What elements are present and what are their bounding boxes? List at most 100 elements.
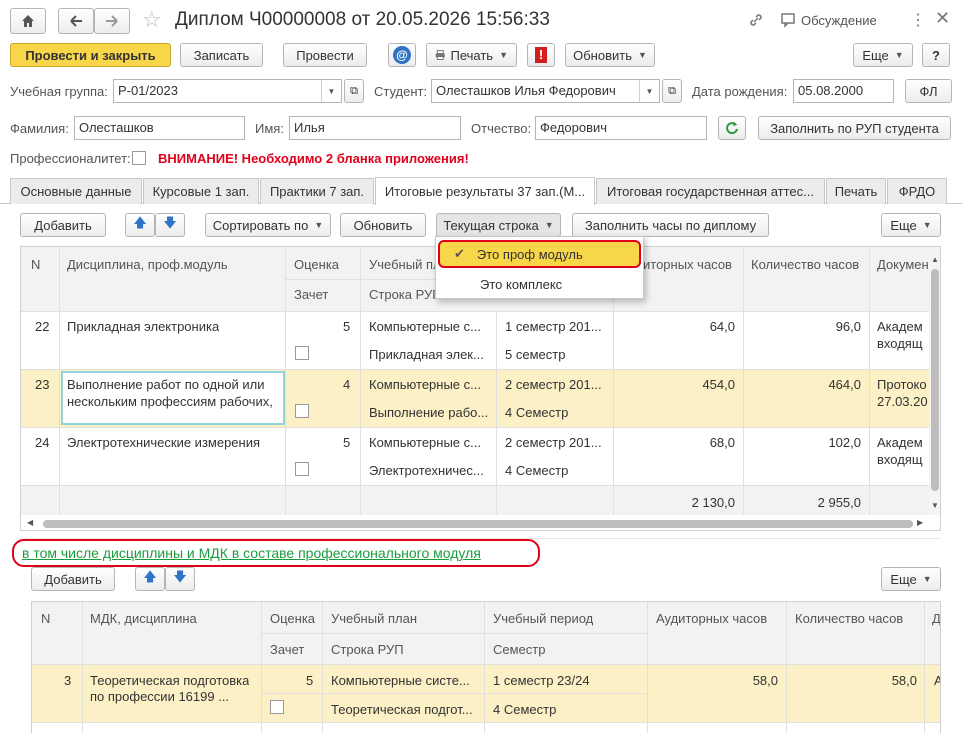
tab-coursework[interactable]: Курсовые 1 зап. <box>143 178 259 204</box>
row-test-checkbox[interactable] <box>295 462 309 476</box>
refresh-grid-button[interactable]: Обновить <box>340 213 426 237</box>
move-down-button[interactable]: 🡇 <box>155 213 185 237</box>
scroll-left-icon[interactable]: ◀ <box>27 518 33 527</box>
sub-col-mdk[interactable]: МДК, дисциплина <box>90 611 197 626</box>
sub-col-semester[interactable]: Семестр <box>493 642 545 657</box>
update-button[interactable]: Обновить ▼ <box>565 43 655 67</box>
surname-field[interactable]: Олесташков <box>74 116 245 140</box>
prof-checkbox[interactable] <box>132 151 146 165</box>
sort-button[interactable]: Сортировать по ▼ <box>205 213 331 237</box>
email-button[interactable]: @ <box>388 43 416 67</box>
write-button[interactable]: Записать <box>180 43 263 67</box>
fill-hours-button[interactable]: Заполнить часы по диплому <box>572 213 769 237</box>
favorite-star-icon[interactable]: ☆ <box>142 8 162 32</box>
row-semester: 4 Семестр <box>505 405 569 420</box>
print-button[interactable]: Печать ▼ <box>426 43 517 67</box>
scroll-right-icon[interactable]: ▶ <box>917 518 923 527</box>
tab-frdo[interactable]: ФРДО <box>887 178 947 204</box>
patronymic-field[interactable]: Федорович <box>535 116 707 140</box>
student-open-button[interactable]: ⧉ <box>662 79 682 103</box>
tab-print[interactable]: Печать <box>826 178 886 204</box>
row-test-checkbox[interactable] <box>295 404 309 418</box>
post-button[interactable]: Провести <box>283 43 367 67</box>
grid-more-button[interactable]: Еще ▼ <box>881 213 941 237</box>
more-button[interactable]: Еще ▼ <box>853 43 913 67</box>
chevron-down-icon: ▼ <box>922 220 932 230</box>
post-and-close-button[interactable]: Провести и закрыть <box>10 43 171 67</box>
group-field[interactable]: Р-01/2023 ▼ <box>113 79 342 103</box>
section-link[interactable]: в том числе дисциплины и МДК в составе п… <box>22 545 481 561</box>
sub-move-down-button[interactable]: 🡇 <box>165 567 195 591</box>
sub-col-n[interactable]: N <box>41 611 50 626</box>
menu-item-prof-module[interactable]: ✔ Это проф модуль <box>438 240 641 268</box>
row-n: 22 <box>35 319 50 334</box>
sub-row-mdk-line2: по профессии 16199 ... <box>90 689 230 704</box>
chevron-down-icon[interactable]: ▼ <box>639 80 659 102</box>
col-grade[interactable]: Оценка <box>294 257 339 272</box>
link-icon[interactable] <box>748 12 764 31</box>
sub-col-total-hours[interactable]: Количество часов <box>795 611 903 626</box>
row-discipline-cell-focused[interactable]: Выполнение работ по одной или нескольким… <box>61 371 285 425</box>
scroll-thumb[interactable] <box>931 269 939 491</box>
menu-item-complex[interactable]: Это комплекс <box>438 272 641 296</box>
sub-row-semester: 4 Семестр <box>493 702 557 717</box>
col-total-hours[interactable]: Количество часов <box>751 257 859 272</box>
mdk-table[interactable]: N МДК, дисциплина Оценка Зачет Учебный п… <box>31 601 941 733</box>
sub-add-button[interactable]: Добавить <box>31 567 115 591</box>
tab-practices[interactable]: Практики 7 зап. <box>260 178 374 204</box>
sub-col-plan[interactable]: Учебный план <box>331 611 417 626</box>
more-vert-icon[interactable]: ⋮ <box>910 10 926 30</box>
scroll-up-icon[interactable]: ▲ <box>931 255 939 264</box>
discussion-button[interactable]: Обсуждение <box>780 12 877 28</box>
col-n[interactable]: N <box>31 257 40 272</box>
row-discipline: Электротехнические измерения <box>67 435 261 450</box>
col-doc[interactable]: Докумен <box>877 257 929 272</box>
current-row-button[interactable]: Текущая строка ▼ <box>436 213 561 237</box>
refresh-button[interactable] <box>718 116 746 140</box>
move-up-button[interactable]: 🡅 <box>125 213 155 237</box>
sub-col-period[interactable]: Учебный период <box>493 611 593 626</box>
col-aud-hours[interactable]: иторных часов <box>643 257 732 272</box>
surname-label: Фамилия: <box>10 121 69 136</box>
tab-final-results[interactable]: Итоговые результаты 37 зап.(М... <box>375 177 595 205</box>
add-button[interactable]: Добавить <box>20 213 106 237</box>
close-icon[interactable]: ✕ <box>935 8 950 29</box>
sub-col-grade-test[interactable]: Зачет <box>270 642 304 657</box>
dob-field[interactable]: 05.08.2000 <box>793 79 894 103</box>
col-rup[interactable]: Строка РУП <box>369 287 442 302</box>
col-grade-test[interactable]: Зачет <box>294 287 328 302</box>
fl-button[interactable]: ФЛ <box>905 79 952 103</box>
row-test-checkbox[interactable] <box>295 346 309 360</box>
name-field[interactable]: Илья <box>289 116 461 140</box>
h-scroll-thumb[interactable] <box>43 520 913 528</box>
scroll-down-icon[interactable]: ▼ <box>931 501 939 510</box>
help-button[interactable]: ? <box>922 43 950 67</box>
chevron-down-icon[interactable]: ▼ <box>321 80 341 102</box>
row-n: 24 <box>35 435 50 450</box>
student-field[interactable]: Олесташков Илья Федорович ▼ <box>431 79 660 103</box>
sub-col-rup[interactable]: Строка РУП <box>331 642 404 657</box>
group-open-button[interactable]: ⧉ <box>344 79 364 103</box>
col-discipline[interactable]: Дисциплина, проф.модуль <box>67 257 228 272</box>
row-doc: Академ <box>877 435 923 450</box>
total-aud: 2 130,0 <box>691 495 735 510</box>
sub-col-grade[interactable]: Оценка <box>270 611 315 626</box>
tab-state-certification[interactable]: Итоговая государственная аттес... <box>596 178 825 204</box>
sub-col-extra[interactable]: Д <box>932 611 940 626</box>
sub-more-button[interactable]: Еще ▼ <box>881 567 941 591</box>
sub-row-test-checkbox[interactable] <box>270 700 284 714</box>
sub-move-up-button[interactable]: 🡅 <box>135 567 165 591</box>
home-button[interactable] <box>10 8 46 34</box>
alert-button[interactable]: ! <box>527 43 555 67</box>
sub-row-n: 3 <box>64 673 72 688</box>
back-button[interactable] <box>58 8 94 34</box>
group-label: Учебная группа: <box>10 84 108 99</box>
forward-button[interactable] <box>94 8 130 34</box>
section-link-highlight[interactable]: в том числе дисциплины и МДК в составе п… <box>12 539 540 567</box>
tab-main-data[interactable]: Основные данные <box>10 178 142 204</box>
sub-col-aud-hours[interactable]: Аудиторных часов <box>656 611 767 626</box>
row-aud: 68,0 <box>709 435 735 450</box>
fill-rup-button[interactable]: Заполнить по РУП студента <box>758 116 951 140</box>
horizontal-scrollbar[interactable]: ◀ ▶ <box>21 517 940 530</box>
vertical-scrollbar[interactable]: ▲ ▼ <box>929 247 940 515</box>
